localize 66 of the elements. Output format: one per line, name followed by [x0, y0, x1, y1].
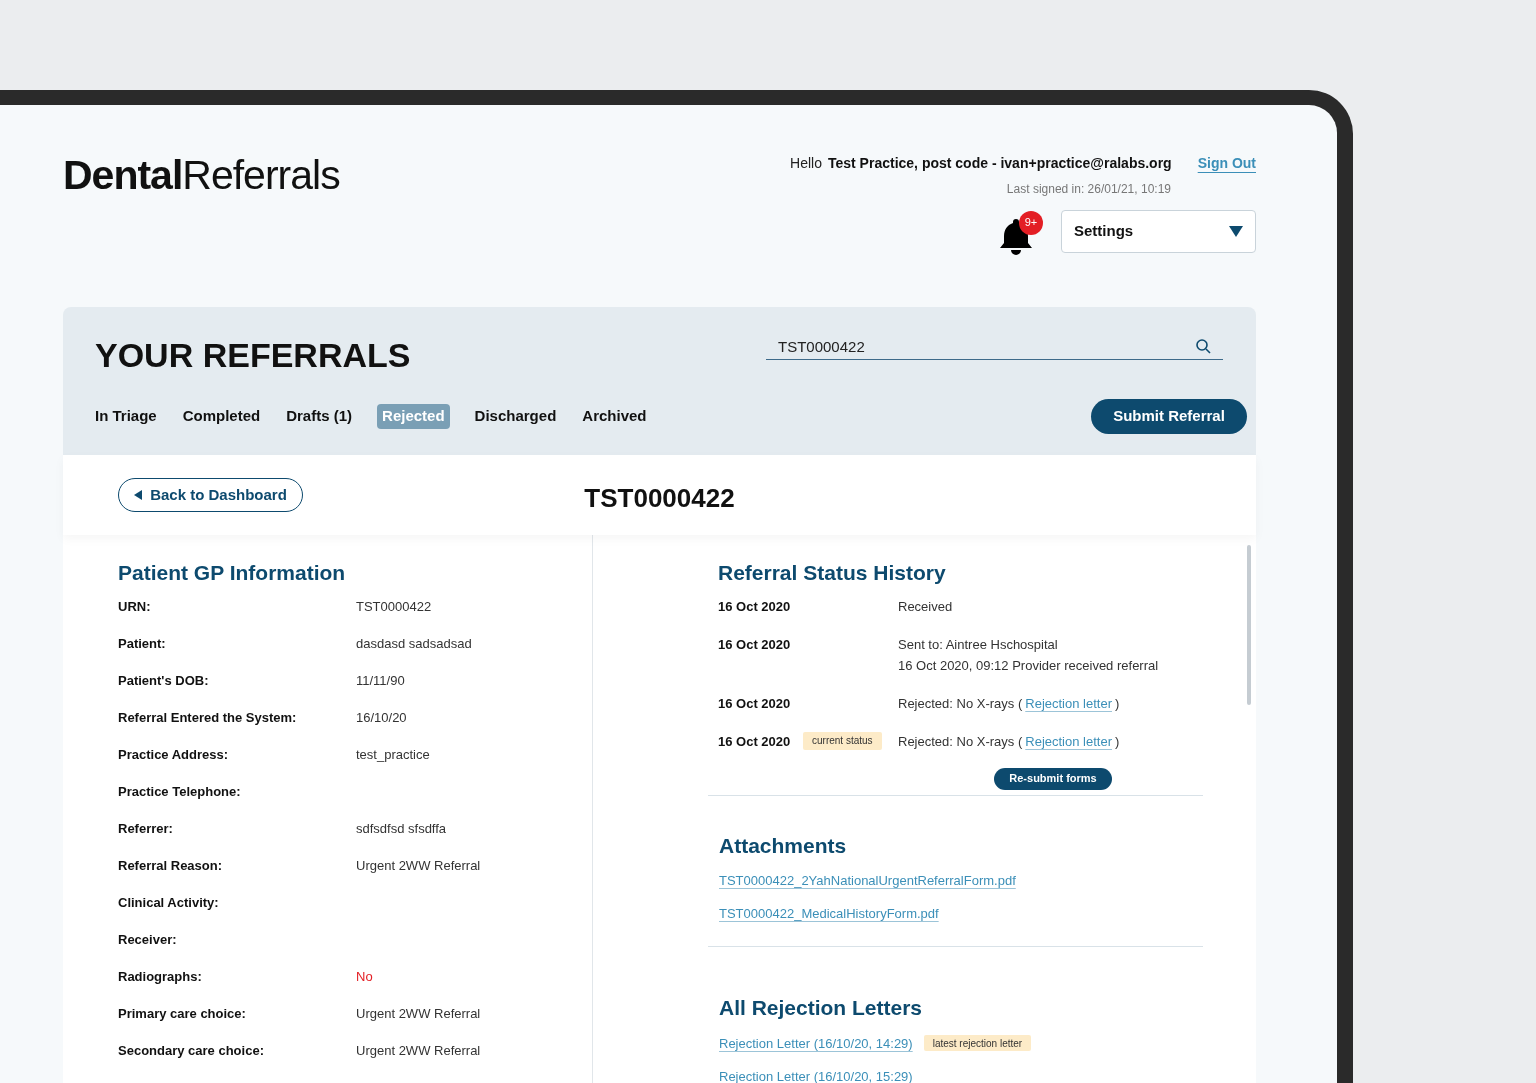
resubmit-forms-button[interactable]: Re-submit forms	[994, 767, 1112, 790]
rejection-letter-link[interactable]: Rejection letter	[1025, 693, 1112, 714]
search-icon	[1196, 339, 1211, 354]
field-value: sdfsdfsd sfsdffa	[356, 820, 447, 839]
section-heading: Referral Status History	[717, 560, 947, 586]
field-label: Secondary care choice:	[118, 1042, 265, 1061]
notification-badge: 9+	[1019, 210, 1043, 235]
field-label: Practice Address:	[118, 746, 230, 765]
caret-icon	[1229, 226, 1243, 237]
rejection-letter-link[interactable]: Rejection Letter (16/10/20, 15:29)	[719, 1066, 913, 1083]
search-field[interactable]: TST0000422	[766, 334, 1223, 360]
rejection-letter-link[interactable]: Rejection letter	[1025, 731, 1112, 752]
field-value: Urgent 2WW Referral	[356, 1042, 481, 1061]
tab[interactable]: Completed	[182, 405, 261, 428]
latest-badge: latest rejection letter	[923, 1035, 1032, 1051]
field-value: dasdasd sadsadsad	[356, 635, 472, 654]
field-value: 16/10/20	[356, 709, 407, 728]
field-label: Referral Entered the System:	[118, 709, 298, 728]
status-text: Rejected: No X-rays (	[898, 732, 1023, 751]
status-text: Sent to: Aintree Hschospital	[898, 635, 1058, 654]
field-label: URN:	[118, 598, 152, 617]
field-value: Urgent 2WW Referral	[356, 1005, 481, 1024]
page-title: YOUR REFERRALS	[95, 335, 411, 375]
settings-dropdown[interactable]: Settings	[1061, 210, 1256, 253]
status-text: Received	[898, 597, 953, 616]
tab[interactable]: In Triage	[95, 405, 157, 428]
logo[interactable]: DentalReferrals	[63, 153, 340, 196]
field-label: Radiographs:	[118, 968, 203, 987]
last-signed-text: Last signed in: 26/01/21, 10:19	[1006, 181, 1171, 198]
field-label: Patient's DOB:	[118, 672, 210, 691]
status-date: 16 Oct 2020	[718, 597, 792, 616]
rejection-letter-link[interactable]: Rejection Letter (16/10/20, 14:29)	[719, 1033, 913, 1053]
status-date: 16 Oct 2020	[718, 732, 792, 751]
greeting-text: Hello	[790, 154, 822, 173]
scrollbar-thumb[interactable]	[1247, 545, 1251, 705]
referral-id-title: TST0000422	[584, 482, 735, 515]
attachment-link[interactable]: TST0000422_MedicalHistoryForm.pdf	[719, 904, 939, 923]
user-name: Test Practice, post code - ivan+practice@ralabs.org	[828, 154, 1172, 173]
field-value: 11/11/90	[356, 672, 405, 691]
field-value: Urgent 2WW Referral	[356, 857, 481, 876]
status-text: )	[1115, 732, 1120, 751]
field-value: test_practice	[356, 746, 430, 765]
status-text: Rejected: No X-rays (	[898, 694, 1023, 713]
field-label: Clinical Activity:	[118, 894, 220, 913]
status-text: 16 Oct 2020, 09:12 Provider received referral	[898, 656, 1159, 675]
section-heading: All Rejection Letters	[718, 995, 924, 1021]
field-label: Referral Reason:	[118, 857, 224, 876]
field-value: No	[356, 968, 373, 987]
field-label: Receiver:	[118, 931, 178, 950]
status-text: )	[1115, 694, 1120, 713]
section-heading: Patient GP Information	[118, 560, 347, 586]
field-label: Referrer:	[118, 820, 174, 839]
tab[interactable]: Archived	[582, 405, 647, 428]
field-label: Primary care choice:	[118, 1005, 247, 1024]
back-arrow-icon	[134, 490, 143, 500]
tab[interactable]: Discharged	[474, 405, 557, 428]
status-badge: current status	[803, 731, 882, 750]
field-label: Patient:	[118, 635, 167, 654]
field-value: TST0000422	[356, 598, 432, 617]
section-heading: Attachments	[718, 832, 848, 859]
status-date: 16 Oct 2020	[718, 694, 792, 713]
submit-referral-button[interactable]: Submit Referral	[1091, 399, 1247, 434]
attachment-link[interactable]: TST0000422_2YahNationalUrgentReferralForm.pdf	[719, 871, 1016, 890]
field-label: Practice Telephone:	[118, 783, 242, 802]
status-date: 16 Oct 2020	[718, 635, 792, 654]
tab[interactable]: Drafts (1)	[286, 405, 353, 428]
